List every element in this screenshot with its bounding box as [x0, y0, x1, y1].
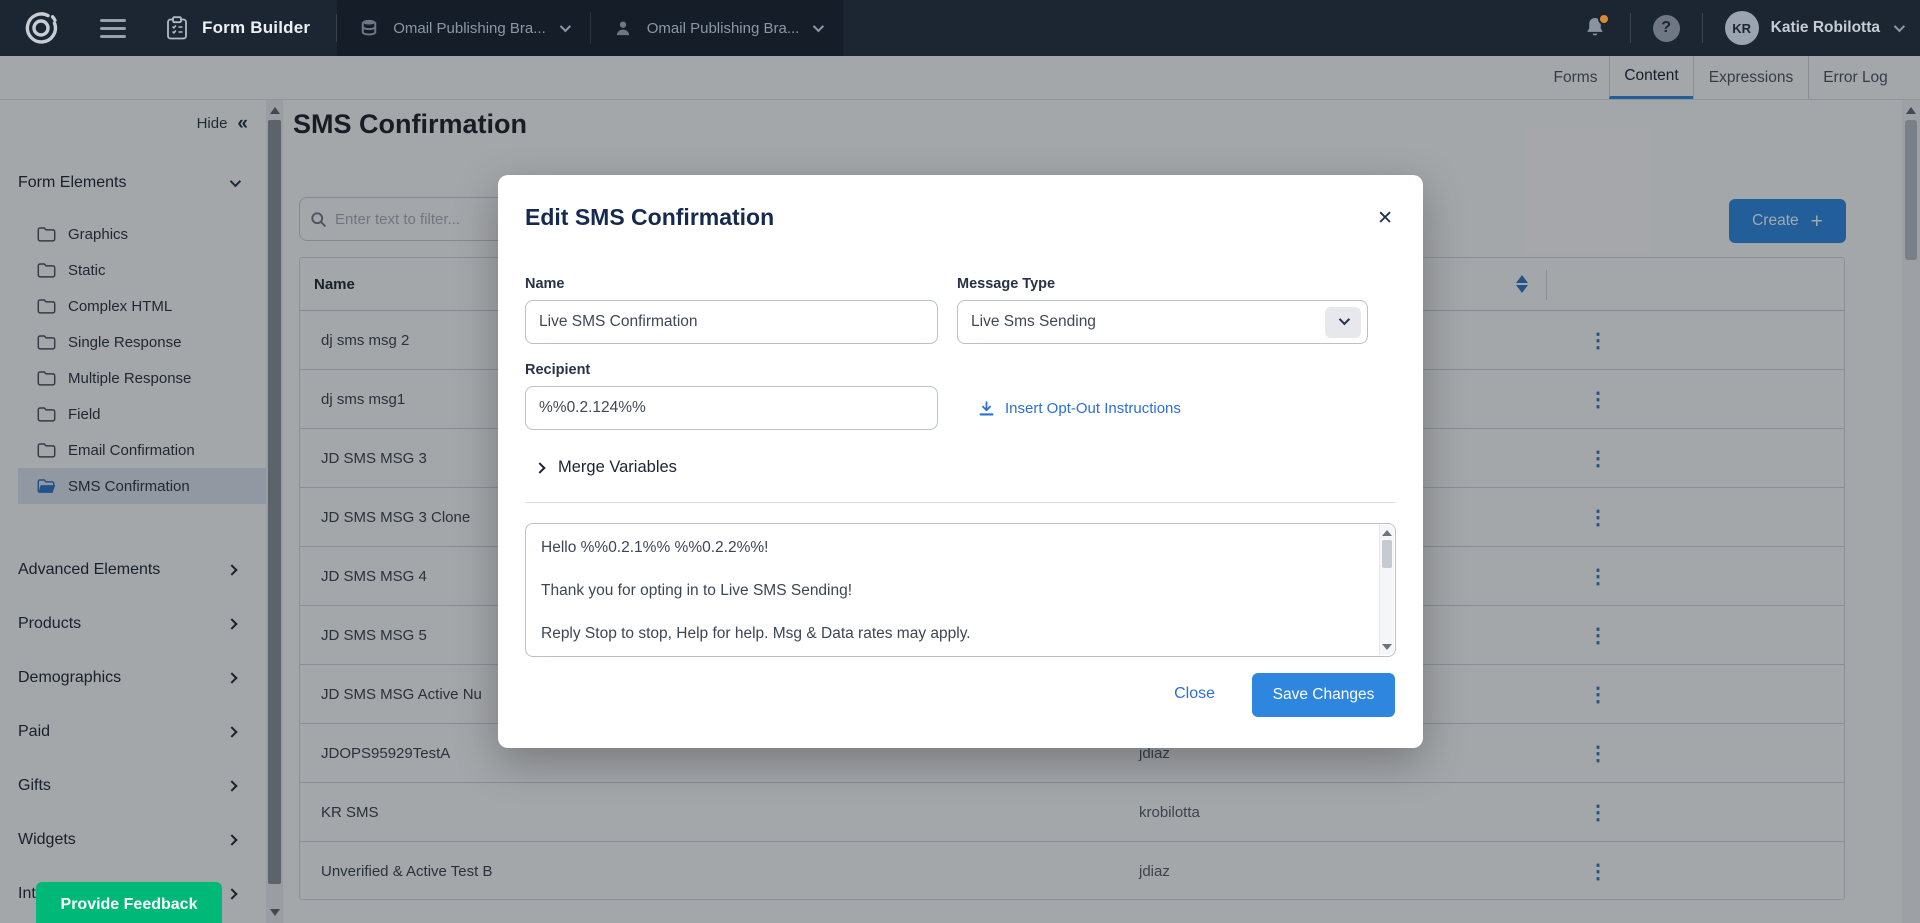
recipient-label: Recipient [525, 362, 590, 378]
name-label: Name [525, 276, 565, 292]
notification-badge [1598, 13, 1610, 25]
insert-optout-link[interactable]: Insert Opt-Out Instructions [978, 400, 1181, 417]
user-avatar[interactable]: KR [1725, 11, 1759, 45]
name-field[interactable] [525, 300, 938, 344]
merge-variables-label: Merge Variables [558, 458, 677, 477]
message-type-label: Message Type [957, 276, 1055, 292]
brand-switcher-label: Omail Publishing Bra... [647, 20, 800, 37]
message-line: Reply Stop to stop, Help for help. Msg &… [541, 623, 1365, 645]
chevron-right-icon [534, 462, 545, 473]
edit-sms-confirmation-modal: Edit SMS Confirmation ✕ Name Message Typ… [498, 175, 1423, 748]
help-button[interactable]: ? [1653, 15, 1680, 42]
scroll-down-arrow-icon[interactable] [1382, 644, 1392, 650]
top-navbar: Form Builder Omail Publishing Bra... Oma… [0, 0, 1920, 56]
textarea-scrollbar[interactable] [1379, 525, 1394, 655]
omeda-logo-icon [24, 11, 58, 45]
question-icon: ? [1661, 19, 1671, 37]
product-home[interactable]: Form Builder [166, 16, 310, 40]
clipboard-icon [166, 16, 188, 40]
modal-title: Edit SMS Confirmation [525, 204, 774, 231]
message-line: Hello %%0.2.1%% %%0.2.2%%! [541, 537, 1365, 559]
merge-variables-expander[interactable]: Merge Variables [536, 458, 677, 477]
context-switchers: Omail Publishing Bra... Omail Publishing… [337, 0, 843, 56]
message-line: Thank you for opting in to Live SMS Send… [541, 580, 1365, 602]
scrollbar-thumb[interactable] [1382, 540, 1392, 568]
download-icon [978, 400, 995, 417]
database-switcher-label: Omail Publishing Bra... [393, 20, 546, 37]
database-switcher-dropdown[interactable]: Omail Publishing Bra... [337, 0, 590, 56]
person-icon [613, 18, 633, 38]
menu-hamburger-icon[interactable] [100, 19, 126, 38]
chevron-down-icon[interactable] [1894, 21, 1905, 32]
insert-optout-label: Insert Opt-Out Instructions [1005, 400, 1181, 417]
scroll-up-arrow-icon[interactable] [1382, 530, 1392, 536]
message-type-select[interactable]: Live Sms Sending [957, 300, 1368, 344]
navbar-divider [1630, 13, 1631, 43]
chevron-down-icon [1339, 314, 1350, 325]
close-icon[interactable]: ✕ [1377, 209, 1393, 228]
navbar-right: ? KR Katie Robilotta [1582, 11, 1920, 45]
user-name: Katie Robilotta [1771, 19, 1880, 37]
provide-feedback-button[interactable]: Provide Feedback [36, 882, 222, 923]
message-textarea[interactable]: Hello %%0.2.1%% %%0.2.2%%! Thank you for… [525, 523, 1396, 657]
navbar-divider [1702, 13, 1703, 43]
brand-switcher-dropdown[interactable]: Omail Publishing Bra... [591, 0, 844, 56]
save-changes-button[interactable]: Save Changes [1252, 673, 1395, 717]
avatar-initials: KR [1732, 21, 1751, 36]
database-icon [359, 18, 379, 38]
product-title: Form Builder [202, 18, 310, 38]
message-type-value: Live Sms Sending [971, 313, 1096, 331]
app-screen: Form Builder Omail Publishing Bra... Oma… [0, 0, 1920, 923]
chevron-down-icon [560, 21, 571, 32]
modal-close-button[interactable]: Close [1174, 685, 1215, 703]
recipient-field[interactable] [525, 386, 938, 430]
notifications-button[interactable] [1582, 15, 1608, 41]
select-caret-button[interactable] [1325, 307, 1361, 338]
modal-divider [525, 502, 1396, 503]
chevron-down-icon [813, 21, 824, 32]
